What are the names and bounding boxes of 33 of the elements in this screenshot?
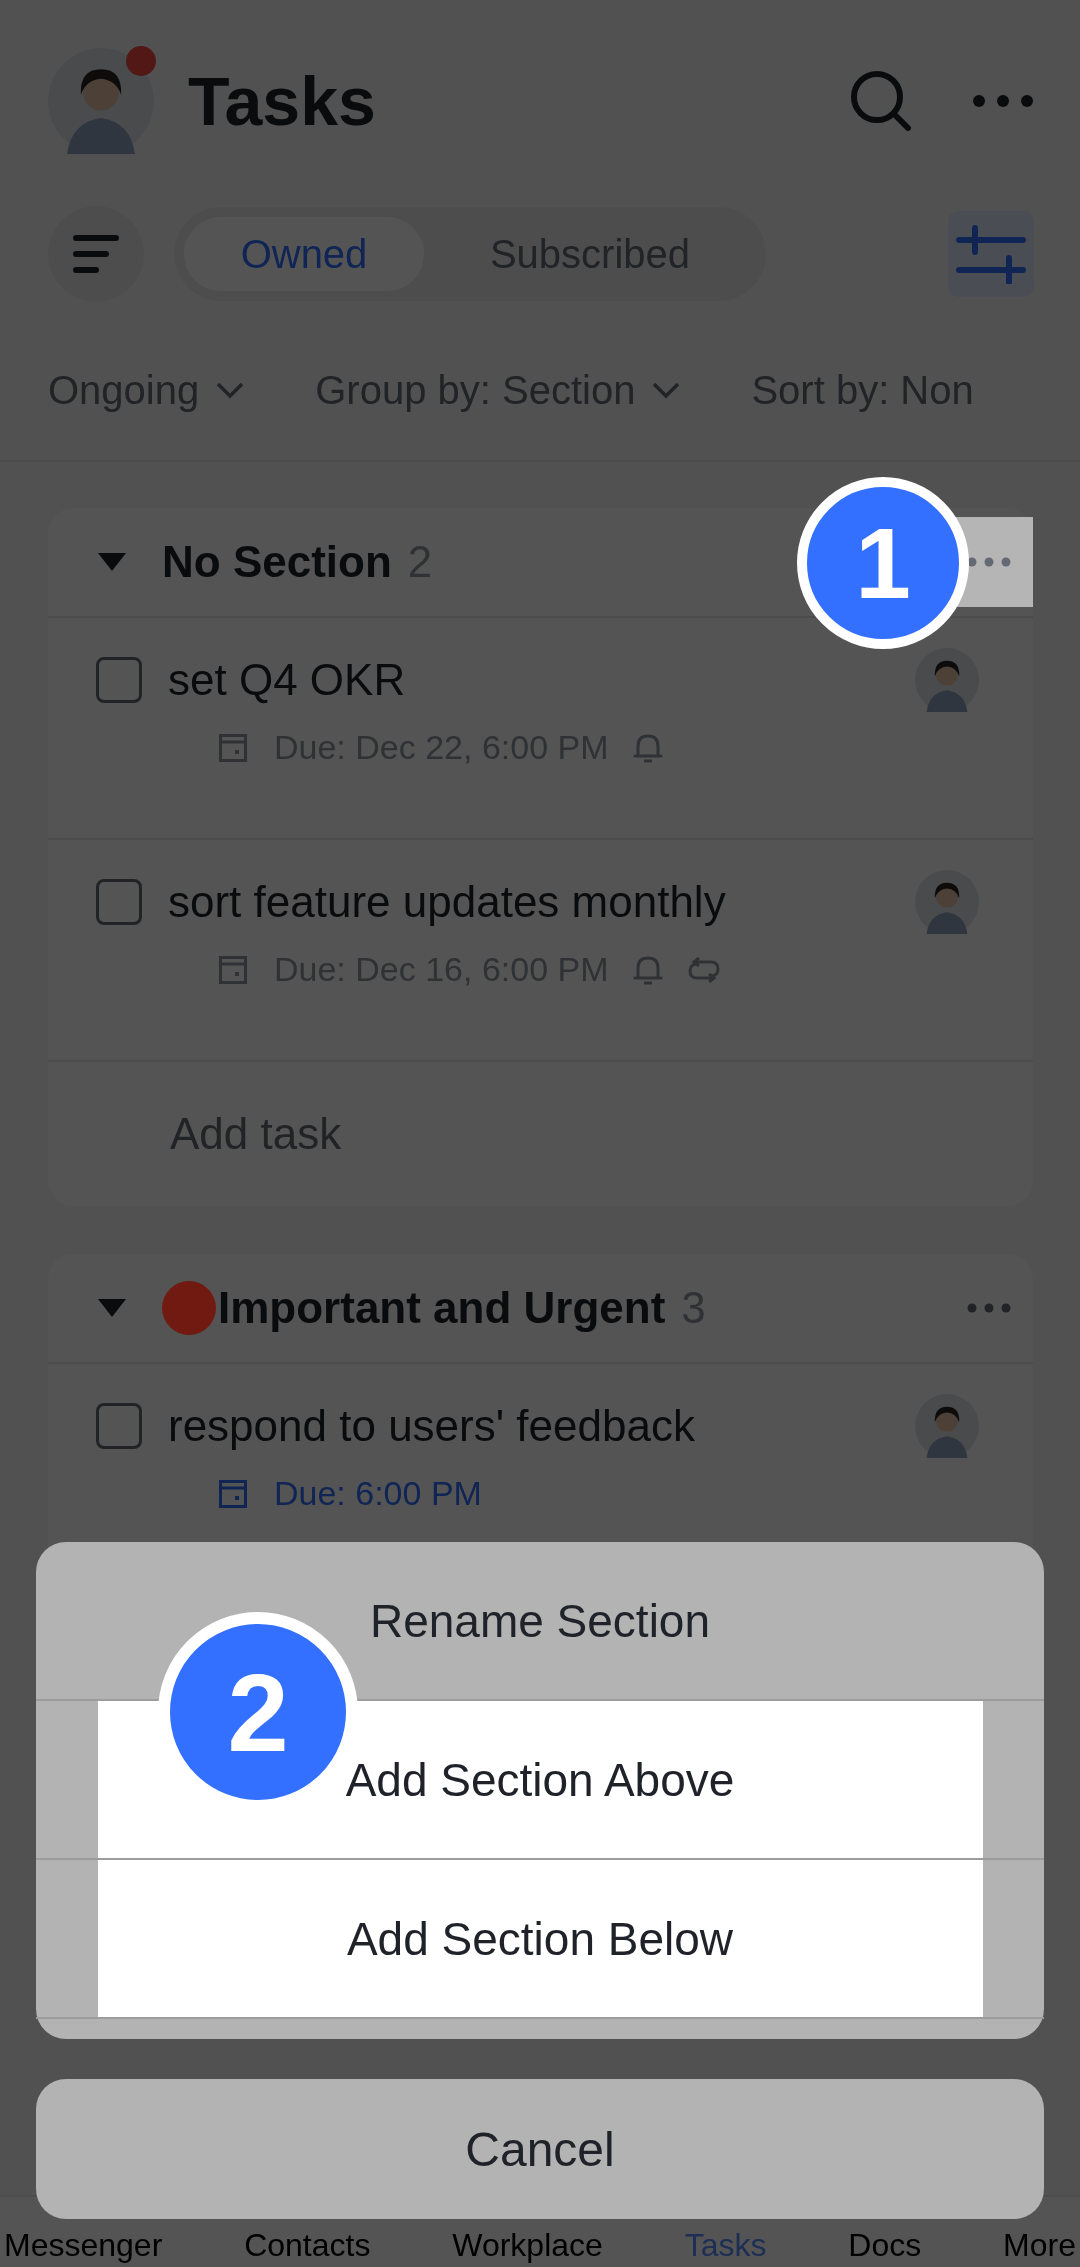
section-title: No Section xyxy=(162,537,392,587)
tab-bar-item[interactable]: Messenger xyxy=(4,2225,163,2265)
due-date: Due: 6:00 PM xyxy=(274,1474,482,1513)
checkbox[interactable] xyxy=(96,657,142,703)
sliders-icon xyxy=(955,224,1027,284)
section-title: Important and Urgent xyxy=(218,1283,666,1333)
menu-item[interactable]: Add Section Below xyxy=(97,1860,983,2017)
search-icon[interactable] xyxy=(848,68,914,134)
more-icon xyxy=(966,556,1012,568)
menu-icon xyxy=(73,234,119,274)
collapse-triangle-icon[interactable] xyxy=(96,551,128,573)
tab-bar-item[interactable]: Workplace xyxy=(452,2225,603,2265)
avatar xyxy=(915,870,979,934)
tab[interactable]: Owned xyxy=(184,217,424,291)
checkbox[interactable] xyxy=(96,879,142,925)
checkbox[interactable] xyxy=(96,1403,142,1449)
filter-button[interactable] xyxy=(948,211,1034,297)
step-badge: 1 xyxy=(797,477,969,649)
more-icon xyxy=(966,1302,1012,1314)
page-title: Tasks xyxy=(188,62,376,140)
cancel-button[interactable]: Cancel xyxy=(36,2079,1044,2219)
tab-bar-item[interactable]: Docs xyxy=(848,2225,922,2265)
task-title[interactable]: respond to users' feedback xyxy=(168,1401,695,1451)
avatar xyxy=(915,648,979,712)
chevron-down-icon xyxy=(651,381,682,399)
task-title[interactable]: set Q4 OKR xyxy=(168,655,406,705)
avatar xyxy=(915,1394,979,1458)
task-title[interactable]: sort feature updates monthly xyxy=(168,877,726,927)
tab-bar-item[interactable]: Contacts xyxy=(244,2225,371,2265)
more-icon[interactable] xyxy=(972,94,1034,108)
chevron-down-icon xyxy=(215,381,246,399)
collapse-triangle-icon[interactable] xyxy=(96,1297,128,1319)
tab-bar-item[interactable]: More xyxy=(1003,2225,1076,2265)
